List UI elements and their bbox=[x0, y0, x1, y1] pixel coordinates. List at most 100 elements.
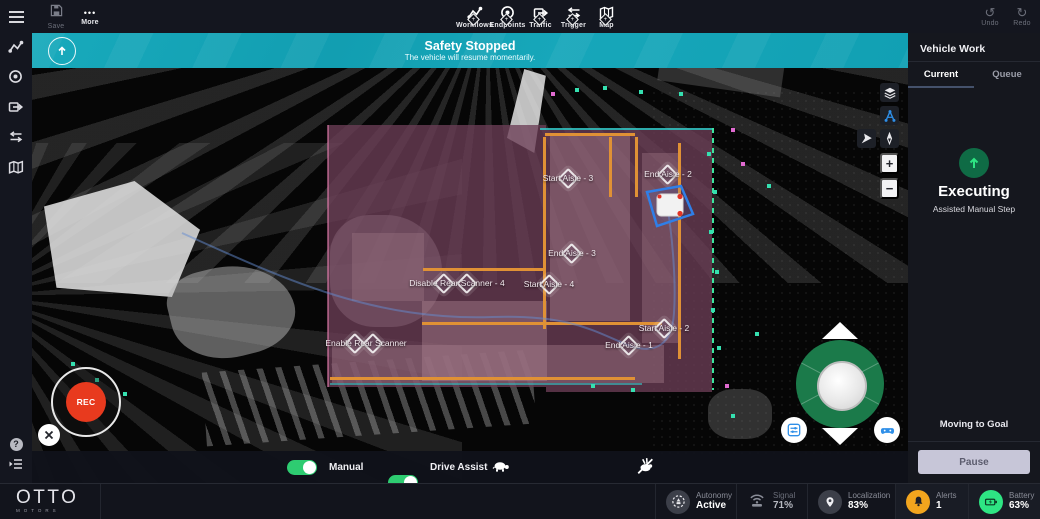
sidebar-item-traffic[interactable] bbox=[0, 94, 32, 120]
joystick-handle[interactable] bbox=[817, 361, 867, 411]
joystick-up-arrow[interactable] bbox=[822, 322, 858, 339]
executing-status: Executing bbox=[908, 183, 1040, 200]
joystick-down-arrow[interactable] bbox=[822, 428, 858, 445]
autonomy-icon bbox=[666, 490, 690, 514]
editor-tools: + Workflows + Endpoints + Traffic bbox=[458, 0, 623, 33]
tab-current[interactable]: Current bbox=[908, 62, 974, 88]
endpoints-icon bbox=[8, 69, 24, 85]
battery-label: Battery bbox=[1009, 491, 1034, 500]
work-tabs: Current Queue bbox=[908, 62, 1040, 88]
undo-button[interactable]: ↺ Undo bbox=[974, 0, 1006, 33]
more-label: More bbox=[81, 19, 99, 26]
close-button[interactable] bbox=[38, 424, 60, 446]
save-label: Save bbox=[48, 23, 65, 30]
pause-button[interactable]: Pause bbox=[918, 450, 1030, 474]
executing-up-arrow-icon bbox=[959, 148, 989, 178]
more-button[interactable]: ••• More bbox=[72, 0, 108, 33]
localization-status[interactable]: Localization 83% bbox=[807, 484, 895, 519]
redo-label: Redo bbox=[1013, 20, 1031, 27]
vehicle-marker[interactable] bbox=[642, 183, 696, 229]
signal-icon bbox=[747, 489, 767, 514]
traffic-icon bbox=[8, 99, 24, 115]
left-sidebar: ? bbox=[0, 33, 32, 483]
resume-up-arrow-icon bbox=[48, 37, 76, 65]
waypoint[interactable]: Disable Rear Scanner - 4 bbox=[409, 278, 504, 288]
waypoint[interactable]: Start Aisle - 3 bbox=[543, 173, 594, 183]
joystick-settings-button[interactable] bbox=[781, 417, 807, 443]
divider bbox=[908, 441, 1040, 442]
signal-status[interactable]: Signal 71% bbox=[736, 484, 807, 519]
endpoints-button[interactable]: + Endpoints bbox=[491, 0, 524, 33]
save-button[interactable]: Save bbox=[38, 0, 74, 33]
divider bbox=[100, 484, 101, 519]
waypoint[interactable]: Start Aisle - 4 bbox=[524, 279, 575, 289]
help-icon: ? bbox=[10, 438, 23, 451]
panel-toggle-button[interactable] bbox=[0, 451, 32, 477]
trigger-icon: + bbox=[566, 5, 582, 21]
close-icon bbox=[44, 430, 54, 440]
route-view-button[interactable] bbox=[880, 106, 899, 125]
executing-substatus: Assisted Manual Step bbox=[908, 204, 1040, 214]
logo-subtitle: MOTORS bbox=[16, 508, 78, 513]
redo-icon: ↻ bbox=[1017, 6, 1028, 19]
alerts-label: Alerts bbox=[936, 491, 956, 500]
save-icon bbox=[50, 4, 63, 22]
sidebar-item-endpoints[interactable] bbox=[0, 64, 32, 90]
layers-icon bbox=[883, 86, 897, 100]
waypoint[interactable]: End Aisle - 3 bbox=[548, 248, 596, 258]
record-button[interactable]: REC bbox=[51, 367, 121, 437]
redo-button[interactable]: ↻ Redo bbox=[1006, 0, 1038, 33]
waypoint-label: Disable Rear Scanner - 4 bbox=[409, 278, 504, 288]
status-bar: OTTO MOTORS Autonomy Active Signal 71% bbox=[0, 483, 1040, 519]
localization-label: Localization bbox=[848, 491, 890, 500]
map-icon bbox=[8, 159, 25, 176]
undo-icon: ↺ bbox=[985, 6, 996, 19]
more-icon: ••• bbox=[84, 8, 96, 18]
signal-label: Signal bbox=[773, 491, 795, 500]
map-canvas[interactable]: Start Aisle - 3 End Aisle - 2 End Aisle … bbox=[32, 33, 908, 483]
vehicle-work-panel: Vehicle Work Current Queue Executing Ass… bbox=[908, 33, 1040, 483]
waypoint[interactable]: End Aisle - 2 bbox=[644, 169, 692, 179]
autonomy-status[interactable]: Autonomy Active bbox=[655, 484, 736, 519]
trigger-icon bbox=[8, 129, 24, 145]
drive-assist-toggle[interactable] bbox=[388, 475, 418, 483]
trigger-button[interactable]: + Trigger bbox=[557, 0, 590, 33]
panel-title: Vehicle Work bbox=[920, 43, 985, 55]
app-root: Save ••• More + Workflows + Endpoints bbox=[0, 0, 1040, 519]
battery-value: 63% bbox=[1009, 500, 1034, 512]
workflows-icon bbox=[8, 39, 24, 55]
rabbit-fast-disabled-icon bbox=[636, 457, 654, 480]
alerts-bell-icon bbox=[906, 490, 930, 514]
sidebar-item-trigger[interactable] bbox=[0, 124, 32, 150]
gamepad-icon bbox=[880, 423, 895, 438]
waypoint-label: Enable Rear Scanner bbox=[325, 338, 406, 348]
compass-button[interactable] bbox=[880, 129, 899, 148]
battery-status[interactable]: Battery 63% bbox=[968, 484, 1040, 519]
waypoint-label: End Aisle - 3 bbox=[548, 248, 596, 258]
sliders-icon bbox=[787, 423, 801, 437]
zoom-out-button[interactable]: − bbox=[880, 178, 899, 199]
layers-button[interactable] bbox=[880, 83, 899, 102]
alerts-status[interactable]: Alerts 1 bbox=[895, 484, 968, 519]
waypoint[interactable]: Enable Rear Scanner bbox=[325, 338, 406, 348]
tab-queue[interactable]: Queue bbox=[974, 62, 1040, 88]
menu-icon[interactable] bbox=[0, 0, 32, 33]
waypoint[interactable]: End Aisle - 1 bbox=[605, 340, 653, 350]
manual-toggle[interactable] bbox=[287, 460, 317, 475]
recenter-button[interactable] bbox=[857, 129, 876, 148]
panel-toggle-icon bbox=[8, 456, 24, 472]
safety-banner: Safety Stopped The vehicle will resume m… bbox=[32, 33, 908, 68]
localization-value: 83% bbox=[848, 500, 890, 512]
autonomy-value: Active bbox=[696, 500, 732, 512]
workflows-button[interactable]: + Workflows bbox=[458, 0, 491, 33]
sidebar-item-map[interactable] bbox=[0, 154, 32, 180]
waypoint[interactable]: Start Aisle - 2 bbox=[639, 323, 690, 333]
workflows-icon: + bbox=[467, 5, 483, 21]
waypoint-label: Start Aisle - 3 bbox=[543, 173, 594, 183]
gamepad-button[interactable] bbox=[874, 417, 900, 443]
map-tool-button[interactable]: + Map bbox=[590, 0, 623, 33]
zoom-in-button[interactable]: + bbox=[880, 153, 899, 174]
traffic-button[interactable]: + Traffic bbox=[524, 0, 557, 33]
battery-icon bbox=[979, 490, 1003, 514]
sidebar-item-workflows[interactable] bbox=[0, 34, 32, 60]
